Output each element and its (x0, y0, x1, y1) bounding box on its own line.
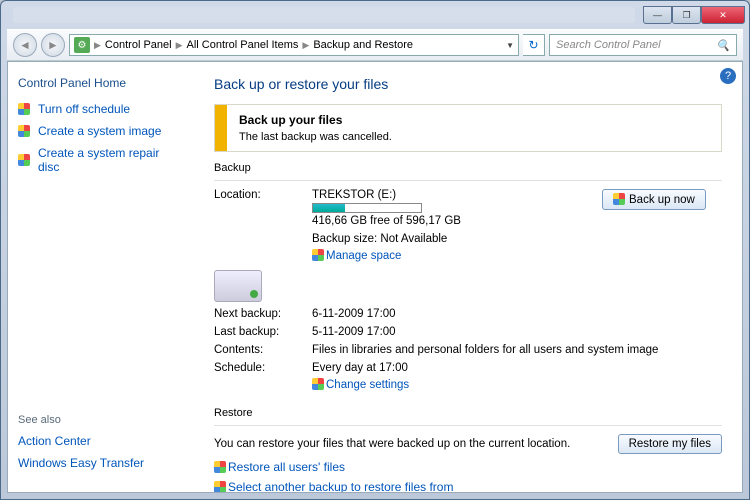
see-also-section: See also Action Center Windows Easy Tran… (18, 414, 184, 478)
free-space-text: 416,66 GB free of 596,17 GB (312, 215, 594, 227)
shield-icon (214, 461, 226, 473)
contents-value: Files in libraries and personal folders … (312, 344, 722, 356)
schedule-label: Schedule: (214, 362, 304, 391)
next-backup-value: 6-11-2009 17:00 (312, 308, 722, 320)
restore-text: You can restore your files that were bac… (214, 438, 570, 450)
breadcrumb-mid[interactable]: All Control Panel Items (187, 39, 299, 51)
control-panel-icon: ⚙ (74, 37, 90, 53)
warning-stripe (215, 105, 227, 151)
breadcrumb-root[interactable]: Control Panel (105, 39, 172, 51)
last-backup-label: Last backup: (214, 326, 304, 338)
search-icon: 🔍 (716, 39, 730, 52)
chevron-right-icon[interactable]: ▶ (302, 40, 309, 51)
shield-icon (312, 249, 324, 261)
page-title: Back up or restore your files (214, 76, 722, 92)
space-bar (312, 203, 422, 213)
search-placeholder: Search Control Panel (556, 39, 661, 51)
divider (214, 180, 722, 181)
space-bar-fill (313, 204, 345, 212)
forward-button[interactable]: ► (41, 33, 65, 57)
schedule-value: Every day at 17:00 (312, 362, 722, 374)
contents-label: Contents: (214, 344, 304, 356)
minimize-button[interactable]: — (643, 6, 672, 24)
refresh-button[interactable]: ↻ (523, 34, 545, 56)
shield-icon (312, 378, 324, 390)
address-bar[interactable]: ⚙ ▶ Control Panel ▶ All Control Panel It… (69, 34, 519, 56)
maximize-button[interactable]: ❐ (672, 6, 701, 24)
sidebar: Control Panel Home Turn off schedule Cre… (8, 62, 194, 492)
see-also-easy-transfer[interactable]: Windows Easy Transfer (18, 456, 184, 470)
chevron-right-icon[interactable]: ▶ (176, 40, 183, 51)
sidebar-home-link[interactable]: Control Panel Home (18, 76, 184, 90)
sidebar-create-system-image[interactable]: Create a system image (18, 124, 184, 138)
breadcrumb-leaf[interactable]: Backup and Restore (313, 39, 413, 51)
location-label: Location: (214, 189, 304, 201)
restore-heading: Restore (214, 407, 722, 419)
see-also-action-center[interactable]: Action Center (18, 434, 184, 448)
select-another-backup-link[interactable]: Select another backup to restore files f… (228, 480, 453, 492)
notice-title: Back up your files (239, 113, 342, 127)
notice-text: The last backup was cancelled. (239, 131, 392, 143)
search-input[interactable]: Search Control Panel 🔍 (549, 34, 737, 56)
location-value: TREKSTOR (E:) (312, 189, 594, 201)
back-button[interactable]: ◄ (13, 33, 37, 57)
backup-size-text: Backup size: Not Available (312, 233, 594, 245)
nav-toolbar: ◄ ► ⚙ ▶ Control Panel ▶ All Control Pane… (7, 29, 743, 61)
shield-icon (18, 154, 30, 166)
shield-icon (18, 103, 30, 115)
drive-icon (214, 270, 262, 302)
close-button[interactable]: ✕ (701, 6, 745, 24)
backup-now-button[interactable]: Back up now (602, 189, 706, 210)
notice-banner: Back up your files The last backup was c… (214, 104, 722, 152)
window-title-blur (13, 7, 635, 23)
sidebar-create-repair-disc[interactable]: Create a system repair disc (18, 146, 184, 174)
sidebar-turn-off-schedule[interactable]: Turn off schedule (18, 102, 184, 116)
divider (214, 425, 722, 426)
restore-all-users-link[interactable]: Restore all users' files (228, 460, 345, 474)
title-bar: — ❐ ✕ (1, 1, 749, 29)
last-backup-value: 5-11-2009 17:00 (312, 326, 722, 338)
next-backup-label: Next backup: (214, 308, 304, 320)
backup-heading: Backup (214, 162, 722, 174)
shield-icon (18, 125, 30, 137)
shield-icon (214, 481, 226, 492)
help-icon[interactable]: ? (720, 68, 736, 84)
manage-space-link[interactable]: Manage space (326, 250, 401, 262)
change-settings-link[interactable]: Change settings (326, 379, 409, 391)
chevron-right-icon[interactable]: ▶ (94, 40, 101, 51)
chevron-down-icon[interactable]: ▼ (506, 41, 514, 50)
restore-my-files-button[interactable]: Restore my files (618, 434, 722, 454)
main-content: ? Back up or restore your files Back up … (194, 62, 742, 492)
see-also-title: See also (18, 414, 184, 426)
